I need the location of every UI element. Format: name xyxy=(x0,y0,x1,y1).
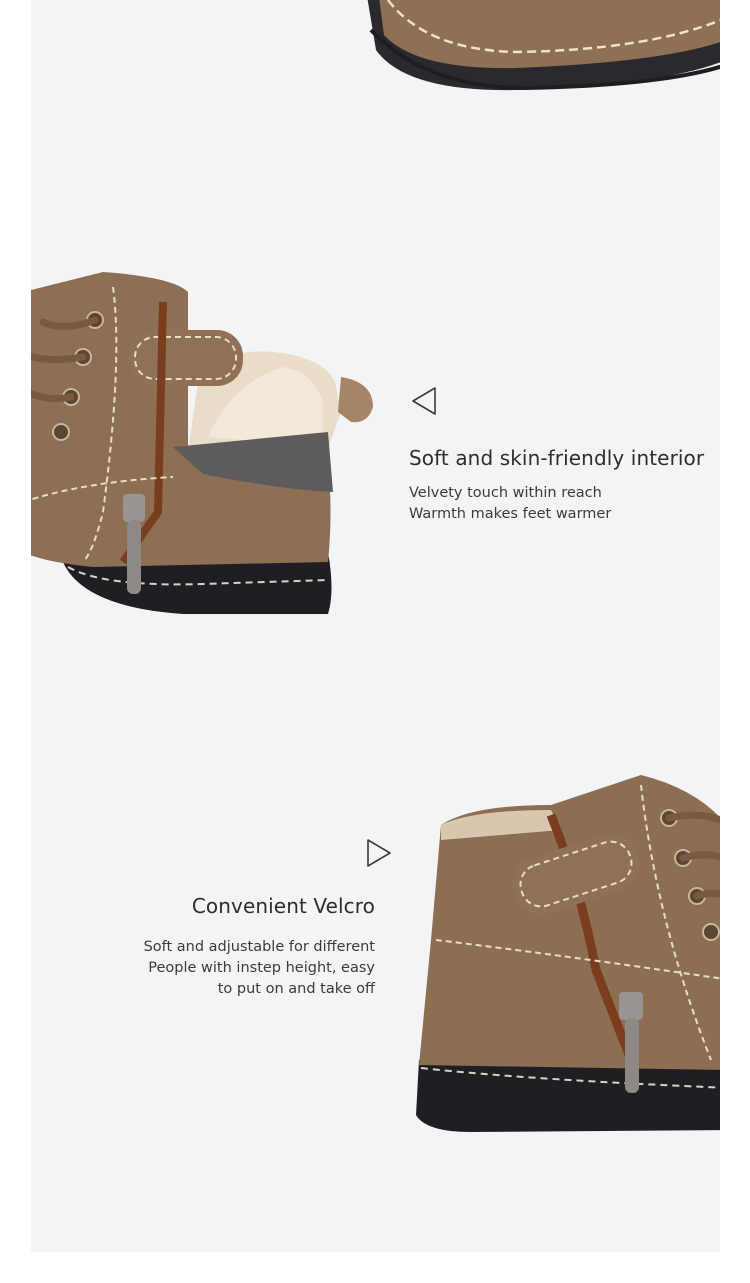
triangle-right-icon xyxy=(367,839,391,867)
feature-description-line: to put on and take off xyxy=(217,981,375,997)
triangle-left-icon xyxy=(412,387,436,415)
boot-velcro-image xyxy=(416,775,720,1132)
feature-title-interior: Soft and skin-friendly interior xyxy=(409,446,705,470)
feature-description-velcro: Soft and adjustable for different People… xyxy=(144,937,375,1000)
boot-interior-image xyxy=(31,272,373,614)
feature-description-interior: Velvety touch within reach Warmth makes … xyxy=(409,483,611,525)
boot-toe-image xyxy=(367,0,720,91)
feature-description-line: Warmth makes feet warmer xyxy=(409,506,612,522)
feature-description-line: People with instep height, easy xyxy=(148,960,375,976)
feature-description-line: Velvety touch within reach xyxy=(409,485,602,501)
product-detail-panel: Soft and skin-friendly interior Velvety … xyxy=(31,0,720,1252)
feature-title-velcro: Convenient Velcro xyxy=(191,894,375,918)
feature-description-line: Soft and adjustable for different xyxy=(143,939,375,955)
